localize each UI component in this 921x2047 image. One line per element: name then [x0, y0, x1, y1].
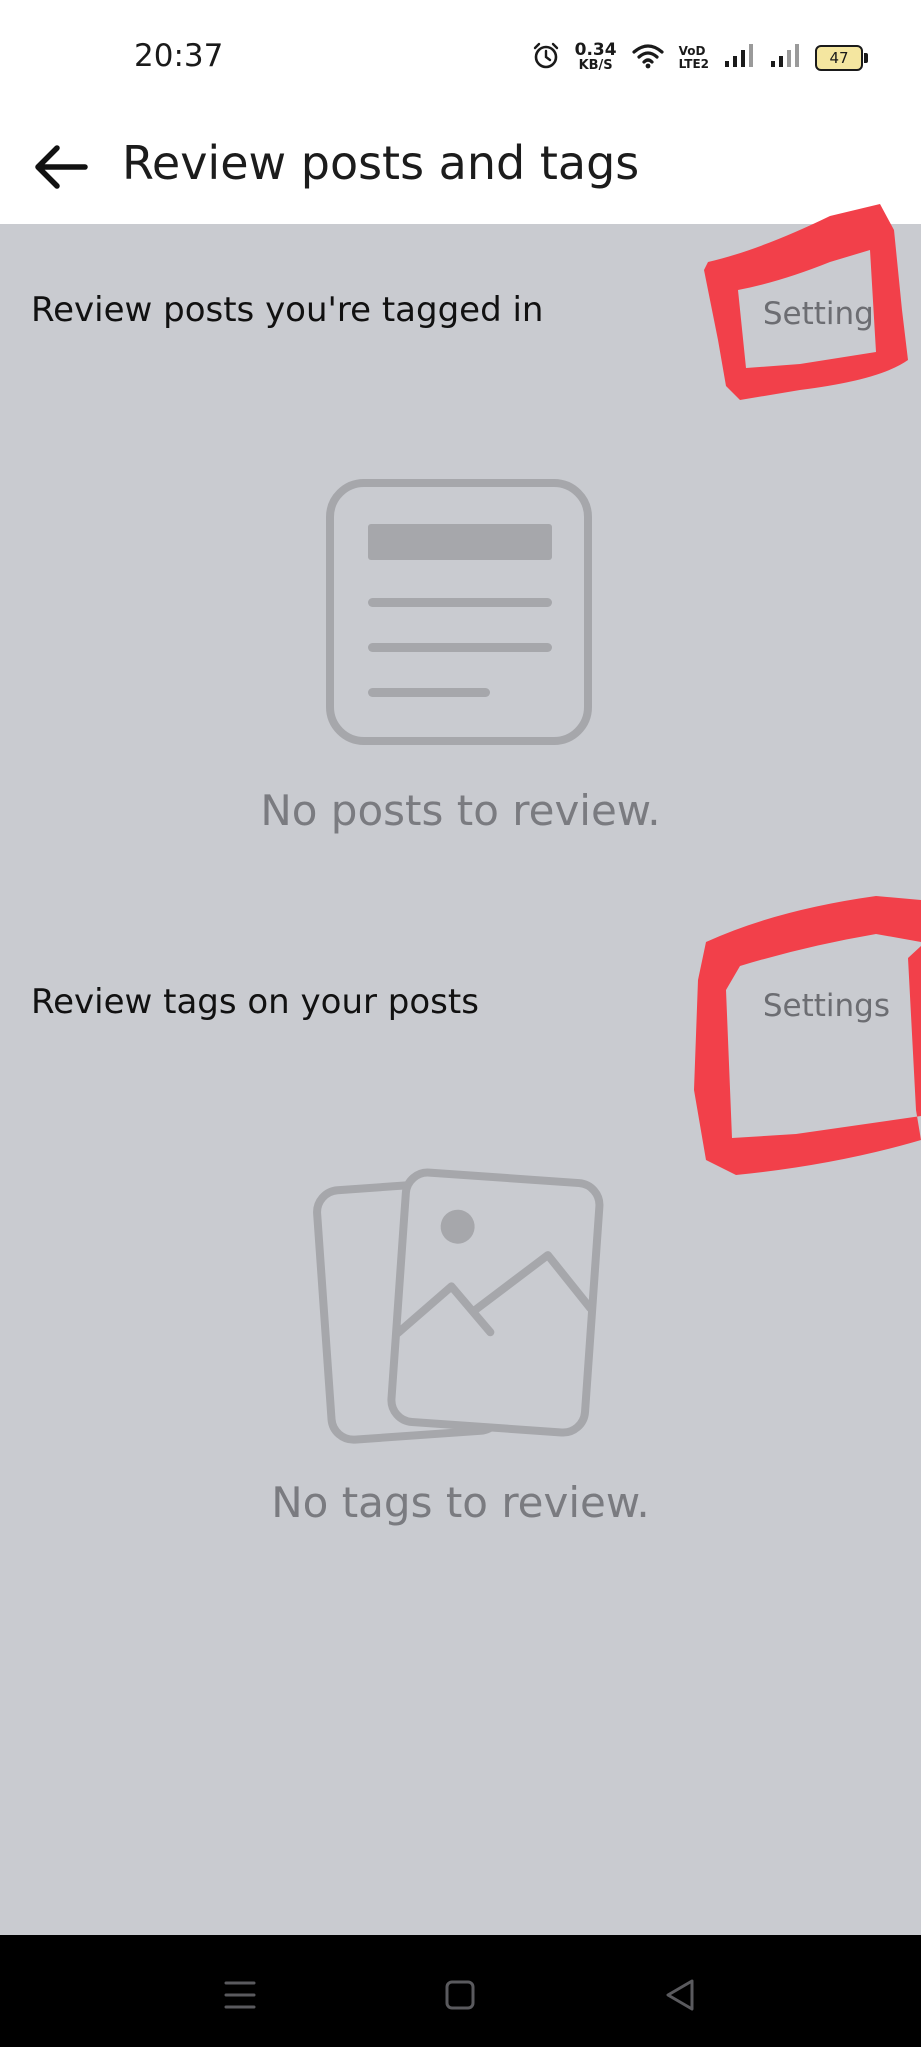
status-bar: 20:37 0.34 KB/S VoD LTE2 47: [0, 0, 921, 118]
arrow-left-icon: [35, 145, 88, 189]
empty-posts-text: No posts to review.: [260, 786, 661, 835]
recent-apps-button[interactable]: [210, 1965, 270, 2025]
status-time: 20:37: [134, 38, 224, 74]
back-button[interactable]: [26, 132, 96, 202]
net-speed-unit: KB/S: [578, 58, 613, 73]
status-icons: 0.34 KB/S VoD LTE2 47: [531, 38, 868, 78]
empty-tags-text: No tags to review.: [271, 1478, 650, 1527]
page-title: Review posts and tags: [122, 136, 640, 190]
home-square-icon: [445, 1980, 475, 2010]
tagged-posts-settings-button[interactable]: Settings: [763, 292, 890, 336]
battery-icon: 47: [815, 45, 868, 71]
menu-icon: [224, 1981, 256, 2009]
section-tags-header: Review tags on your posts Settings: [0, 968, 921, 1038]
photos-icon: [313, 1168, 604, 1444]
back-triangle-icon: [666, 1979, 694, 2011]
home-button[interactable]: [430, 1965, 490, 2025]
net-speed-value: 0.34: [574, 40, 617, 60]
signal-icon: [769, 43, 801, 73]
signal-icon: [723, 43, 755, 73]
wifi-icon: [631, 42, 665, 74]
document-icon: [326, 479, 592, 745]
alarm-icon: [531, 41, 561, 75]
tags-settings-button[interactable]: Settings: [763, 984, 890, 1028]
back-nav-button[interactable]: [650, 1965, 710, 2025]
screen: 20:37 0.34 KB/S VoD LTE2 47 Review posts…: [0, 0, 921, 2047]
volte-icon: VoD LTE2: [679, 45, 709, 71]
section-title: Review posts you're tagged in: [31, 290, 544, 330]
navigation-bar: [0, 1935, 921, 2047]
app-bar: Review posts and tags: [0, 118, 921, 224]
volte-bottom: LTE2: [678, 57, 709, 71]
section-title: Review tags on your posts: [31, 982, 479, 1022]
section-tagged-posts-header: Review posts you're tagged in Settings: [0, 276, 921, 346]
net-speed: 0.34 KB/S: [574, 40, 617, 74]
